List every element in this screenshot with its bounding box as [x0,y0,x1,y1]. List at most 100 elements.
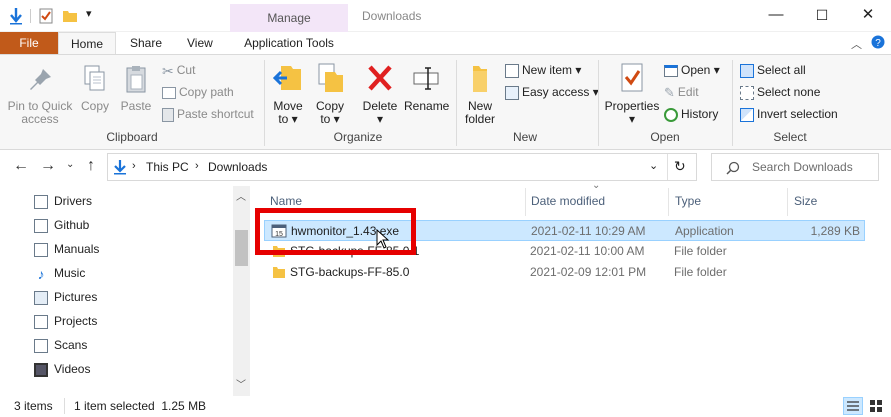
file-row[interactable]: STG-backups-FF-85.0 2021-02-09 12:01 PM … [264,262,865,283]
rename-button[interactable]: Rename [404,62,449,113]
new-group-label: New [512,130,537,144]
minimize-button[interactable]: — [753,0,799,32]
copy-path-icon [162,86,176,99]
breadcrumb-downloads[interactable]: Downloads [208,160,267,174]
tab-home[interactable]: Home [58,32,116,54]
history-icon [664,107,678,122]
forward-arrow-icon[interactable]: → [40,157,56,175]
column-header-date[interactable]: Date modified [531,194,605,214]
refresh-icon[interactable]: ↻ [674,158,686,175]
address-bar[interactable]: › This PC › Downloads ⌄ ↻ [107,153,697,181]
new-folder-button[interactable]: New folder [460,62,500,126]
nav-item-scans[interactable]: Scans [34,333,87,357]
scroll-thumb[interactable] [235,230,248,266]
manage-context-tab: Manage [230,4,348,32]
folder-icon [34,242,48,257]
scroll-down-icon[interactable]: ﹀ [236,376,246,391]
paste-shortcut-button[interactable]: Paste shortcut [162,104,254,124]
select-none-icon [740,85,754,100]
column-divider[interactable] [525,188,526,216]
column-divider[interactable] [787,188,788,216]
move-to-label-2: to ▾ [278,112,298,126]
nav-item-videos[interactable]: Videos [34,357,90,381]
folder-icon [34,338,48,353]
pin-quick-access-button[interactable]: Pin to Quick access [4,66,76,126]
edit-label: Edit [677,85,699,99]
down-arrow-icon[interactable] [8,7,24,25]
nav-item-music[interactable]: ♪ Music [34,261,86,285]
up-arrow-icon[interactable]: ↑ [87,157,95,175]
search-box[interactable]: Search Downloads [711,153,879,181]
properties-icon[interactable] [38,8,54,24]
copy-path-label: Copy path [179,85,234,99]
copy-path-button[interactable]: Copy path [162,82,234,102]
new-folder-label-2: folder [464,112,496,126]
copy-to-button[interactable]: Copy to ▾ [312,62,348,126]
ribbon-collapse-icon[interactable]: ︿ [851,36,862,52]
file-type: File folder [674,244,727,258]
select-all-button[interactable]: Select all [740,60,806,80]
details-view-icon [847,401,859,411]
address-dropdown-icon[interactable]: ⌄ [649,159,658,172]
pin-icon [30,69,51,90]
history-button[interactable]: History [664,104,718,124]
column-header-type[interactable]: Type [675,194,701,214]
nav-item-pictures[interactable]: Pictures [34,285,97,309]
column-header-size[interactable]: Size [794,194,817,214]
invert-selection-label: Invert selection [757,107,838,121]
delete-button[interactable]: Delete ▾ [360,62,400,126]
invert-selection-icon [740,107,754,122]
breadcrumb-separator-icon: › [132,160,136,172]
highlight-box [255,208,416,255]
copy-label: Copy [80,99,109,113]
tab-file[interactable]: File [0,32,58,54]
back-arrow-icon[interactable]: ← [13,157,29,175]
open-label: Open ▾ [681,63,720,77]
file-date: 2021-02-09 12:01 PM [530,265,647,279]
tab-share[interactable]: Share [116,32,176,54]
scroll-up-icon[interactable]: ︿ [236,188,246,203]
status-item-count: 3 items [14,399,53,413]
pin-label-2: access [21,112,59,126]
nav-item-github[interactable]: Github [34,213,89,237]
new-folder-icon[interactable] [62,8,78,24]
cut-button[interactable]: ✂ Cut [162,60,195,80]
move-to-button[interactable]: Move to ▾ [270,62,306,126]
select-all-icon [740,63,754,78]
nav-scrollbar[interactable]: ︿ ﹀ [233,186,250,396]
file-date: 2021-02-11 10:00 AM [530,244,645,258]
paste-button[interactable]: Paste [118,64,154,113]
breadcrumb-separator-icon: › [195,160,199,172]
copy-button[interactable]: Copy [78,64,112,113]
breadcrumb-this-pc[interactable]: This PC [146,160,189,174]
ribbon-separator [732,60,733,146]
maximize-button[interactable]: ☐ [799,0,845,32]
recent-locations-icon[interactable]: ⌄ [66,159,74,170]
nav-item-label: Music [54,266,86,280]
nav-item-drivers[interactable]: Drivers [34,189,92,213]
close-button[interactable]: ✕ [845,0,891,32]
nav-item-projects[interactable]: Projects [34,309,97,333]
help-icon[interactable]: ? [871,35,885,49]
details-view-button[interactable] [843,397,863,415]
tab-application-tools[interactable]: Application Tools [230,32,348,54]
status-selection: 1 item selected 1.25 MB [74,399,207,413]
easy-access-button[interactable]: Easy access ▾ [505,82,599,102]
open-button[interactable]: Open ▾ [664,60,720,80]
properties-button[interactable]: Properties ▾ [604,62,660,126]
folder-icon [34,314,48,329]
qat-dropdown-icon[interactable]: ▾ [86,7,92,20]
nav-item-manuals[interactable]: Manuals [34,237,99,261]
tab-view[interactable]: View [173,32,227,54]
large-icons-view-button[interactable] [867,397,887,415]
invert-selection-button[interactable]: Invert selection [740,104,838,124]
edit-icon: ✎ [664,84,675,100]
column-divider[interactable] [668,188,669,216]
new-item-button[interactable]: New item ▾ [505,60,581,80]
edit-button[interactable]: ✎ Edit [664,82,699,102]
select-none-button[interactable]: Select none [740,82,820,102]
ribbon-separator [456,60,457,146]
copy-icon [84,65,105,91]
open-icon [664,64,678,77]
svg-text:?: ? [875,38,881,49]
